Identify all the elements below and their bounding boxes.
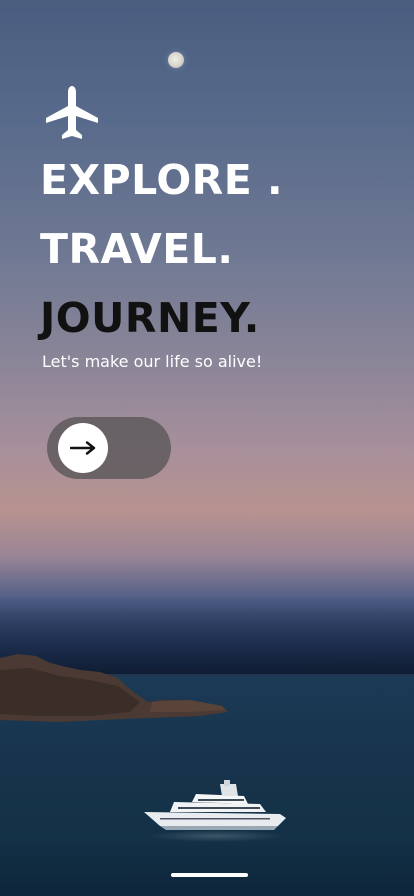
tagline: Let's make our life so alive! bbox=[42, 352, 263, 371]
arrow-right-icon bbox=[70, 441, 96, 455]
airplane-icon bbox=[46, 86, 98, 139]
home-indicator[interactable] bbox=[171, 873, 248, 877]
get-started-slider[interactable] bbox=[47, 417, 171, 479]
headline-travel: TRAVEL. bbox=[40, 225, 234, 273]
rocky-coastline bbox=[0, 654, 228, 722]
headline-explore: EXPLORE . bbox=[40, 156, 284, 204]
headline-journey: JOURNEY. bbox=[40, 294, 260, 342]
moon bbox=[168, 52, 184, 68]
yacht bbox=[144, 780, 286, 830]
yacht-reflection bbox=[146, 830, 286, 842]
onboarding-screen: EXPLORE . TRAVEL. JOURNEY. Let's make ou… bbox=[0, 0, 414, 896]
slider-knob[interactable] bbox=[58, 423, 108, 473]
